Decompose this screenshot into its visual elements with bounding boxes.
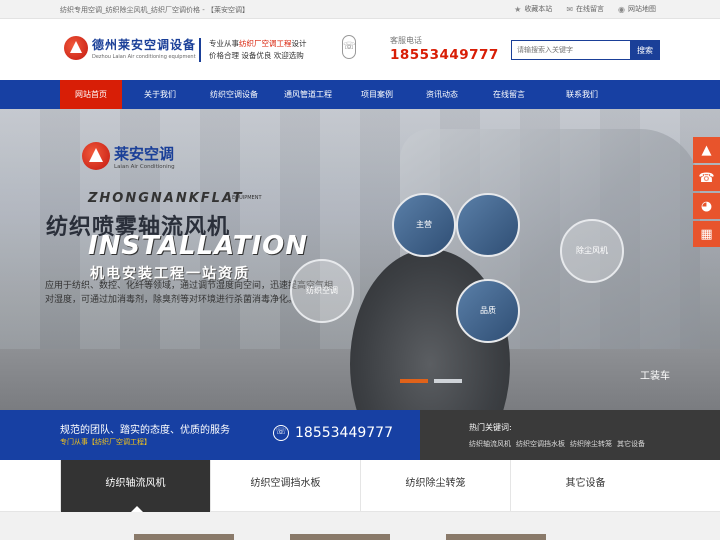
banner-circle-main: 主营 (392, 193, 456, 257)
top-links: ★ 收藏本站 ✉ 在线留言 ◉ 网站地图 (514, 4, 656, 14)
main-nav: 网站首页 关于我们 纺织空调设备 通风管道工程 项目案例 资讯动态 在线留言 联系我们 (0, 80, 720, 109)
hot-keyword-link[interactable]: 纺织除尘转笼 (570, 439, 612, 449)
logo-name: 德州莱安空调设备 (92, 38, 197, 52)
hero-banner[interactable]: 莱安空调 Laian Air Conditioning ZHONGNANKFLA… (0, 109, 720, 410)
hot-keywords-title: 热门关键词: (469, 423, 512, 432)
hot-keyword-link[interactable]: 其它设备 (617, 439, 645, 449)
hotline-number[interactable]: 18553449777 (390, 47, 499, 63)
slogan-highlight: 纺织厂空调工程 (239, 39, 292, 48)
banner-equipment-text: EQUIPMENT (232, 195, 262, 201)
qq-float-button[interactable]: ◕ (693, 193, 720, 219)
banner-install-text: INSTALLATION (88, 231, 309, 261)
phone-circle-icon: ☏ (273, 425, 289, 441)
nav-item-3[interactable]: 纺织空调设备 (198, 80, 270, 109)
banner-logo: 莱安空调 Laian Air Conditioning (82, 142, 175, 170)
nav-item-1[interactable]: 网站首页 (60, 80, 122, 109)
logo-english: Dezhou Laian Air conditioning equipment (92, 54, 196, 60)
message-icon: ✉ (566, 4, 574, 14)
nav-item-5[interactable]: 项目案例 (346, 80, 408, 109)
top-icon: ▲ (701, 142, 712, 158)
banner-logo-icon (82, 142, 110, 170)
strip-title: 规范的团队、踏实的态度、优质的服务 (60, 425, 230, 436)
hotline-label: 客服电话 (390, 36, 422, 45)
search-input[interactable] (511, 40, 630, 60)
hotline: 客服电话 18553449777 (390, 35, 499, 63)
product-tab-1[interactable]: 纺织轴流风机 (60, 460, 210, 512)
product-tab-3[interactable]: 纺织除尘转笼 (360, 460, 510, 512)
phone-icon: ☎ (698, 170, 715, 186)
banner-sign: 工装车 (640, 371, 670, 382)
banner-pagination (400, 379, 462, 383)
banner-dot-1[interactable] (400, 379, 428, 383)
nav-item-6[interactable]: 资讯动态 (408, 80, 476, 109)
star-icon: ★ (514, 4, 522, 14)
header-slogan: 专业从事纺织厂空调工程设计 价格合理 设备优良 欢迎选购 (199, 38, 307, 62)
product-tab-4[interactable]: 其它设备 (510, 460, 660, 512)
qrcode-float-button[interactable]: ▦ (693, 221, 720, 247)
product-tabs: 纺织轴流风机 纺织空调挡水板 纺织除尘转笼 其它设备 (0, 460, 720, 512)
site-logo[interactable]: 德州莱安空调设备 Dezhou Laian Air conditioning e… (64, 36, 196, 60)
banner-brand-text: ZHONGNANKFLAT (88, 191, 244, 206)
info-strip: 规范的团队、踏实的态度、优质的服务 专门从事【纺织厂空调工程】 ☏ 185534… (0, 410, 720, 460)
slogan-pre: 专业从事 (209, 39, 239, 48)
search-form: 搜索 (511, 40, 660, 60)
product-image-1[interactable] (134, 534, 234, 540)
strip-phone: ☏ 18553449777 (273, 425, 393, 441)
phone-float-button[interactable]: ☎ (693, 165, 720, 191)
sitemap-label: 网站地图 (628, 5, 656, 13)
product-image-3[interactable] (446, 534, 546, 540)
message-label: 在线留言 (576, 5, 605, 13)
logo-mark-icon (64, 36, 88, 60)
banner-logo-name: 莱安空调 (114, 144, 175, 163)
site-tagline: 纺织专用空调_纺织除尘风机_纺织厂空调价格 - 【莱安空调】 (60, 6, 249, 14)
hot-keyword-link[interactable]: 纺织轴流风机 (469, 439, 511, 449)
nav-item-7[interactable]: 在线留言 (476, 80, 542, 109)
strip-subtitle: 专门从事【纺织厂空调工程】 (60, 438, 151, 446)
nav-item-4[interactable]: 通风管道工程 (270, 80, 346, 109)
strip-dark-panel (420, 410, 720, 460)
search-button[interactable]: 搜索 (630, 40, 660, 60)
hot-keywords: 纺织轴流风机 纺织空调挡水板 纺织除尘转笼 其它设备 (469, 439, 645, 449)
hot-keyword-link[interactable]: 纺织空调挡水板 (516, 439, 565, 449)
top-bar: 纺织专用空调_纺织除尘风机_纺织厂空调价格 - 【莱安空调】 ★ 收藏本站 ✉ … (0, 0, 720, 19)
nav-item-2[interactable]: 关于我们 (122, 80, 198, 109)
nav-item-8[interactable]: 联系我们 (542, 80, 622, 109)
sitemap-link[interactable]: ◉ 网站地图 (618, 4, 656, 14)
message-link[interactable]: ✉ 在线留言 (566, 4, 604, 14)
qrcode-icon: ▦ (700, 226, 713, 242)
bookmark-label: 收藏本站 (524, 5, 553, 13)
side-float-toolbar: ▲ ☎ ◕ ▦ (693, 137, 720, 249)
banner-dot-2[interactable] (434, 379, 462, 383)
slogan-post: 设计 (291, 39, 307, 48)
strip-phone-number: 18553449777 (295, 425, 393, 441)
product-preview-area (0, 512, 720, 540)
banner-logo-english: Laian Air Conditioning (114, 163, 175, 170)
location-icon: ◉ (618, 4, 625, 14)
slogan-line2: 价格合理 设备优良 欢迎选购 (209, 51, 304, 60)
product-tab-2[interactable]: 纺织空调挡水板 (210, 460, 360, 512)
product-image-2[interactable] (290, 534, 390, 540)
banner-circle-dust: 除尘风机 (560, 219, 624, 283)
bookmark-link[interactable]: ★ 收藏本站 (514, 4, 552, 14)
back-to-top-button[interactable]: ▲ (693, 137, 720, 163)
phone-handset-icon: ☏ (342, 35, 356, 59)
banner-circle-textile: 纺织空调 (290, 259, 354, 323)
site-header: 德州莱安空调设备 Dezhou Laian Air conditioning e… (0, 19, 720, 80)
banner-circle-quality: 品质 (456, 279, 520, 343)
qq-icon: ◕ (700, 198, 713, 214)
banner-circle-photo (456, 193, 520, 257)
